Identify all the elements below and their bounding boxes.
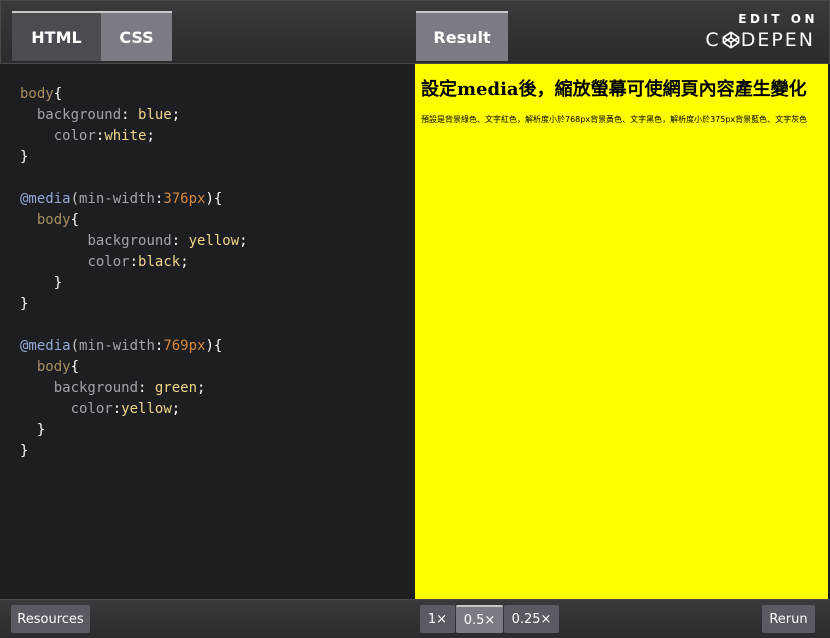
code-line: } bbox=[20, 420, 415, 441]
code-token: ; bbox=[180, 254, 189, 270]
code-token: ; bbox=[146, 128, 155, 144]
code-token: } bbox=[20, 443, 29, 459]
code-token: yellow bbox=[121, 401, 172, 417]
code-token: background bbox=[36, 107, 122, 123]
code-token: ; bbox=[197, 380, 206, 396]
zoom-025x-button[interactable]: 0.25× bbox=[504, 605, 559, 633]
code-token: min-width bbox=[79, 191, 155, 207]
code-line: background: yellow; bbox=[20, 231, 415, 252]
code-token: { bbox=[70, 359, 80, 375]
code-token: ( bbox=[70, 338, 80, 354]
code-token: { bbox=[70, 212, 80, 228]
result-paragraph: 預設是背景綠色、文字紅色，解析度小於768px背景黃色、文字黑色，解析度小於37… bbox=[421, 115, 808, 124]
code-token: black bbox=[138, 254, 181, 270]
code-token: } bbox=[20, 149, 29, 165]
code-line: background: blue; bbox=[20, 105, 415, 126]
code-token: ; bbox=[171, 401, 181, 417]
code-token: : bbox=[112, 401, 122, 417]
tab-result[interactable]: Result bbox=[416, 11, 508, 61]
code-token: { bbox=[53, 86, 63, 102]
codepen-cube-icon bbox=[722, 31, 740, 49]
code-line: } bbox=[20, 294, 415, 315]
code-token: body bbox=[36, 359, 71, 375]
code-line: color:white; bbox=[20, 126, 415, 147]
code-token: } bbox=[20, 275, 63, 291]
code-line: color:yellow; bbox=[20, 399, 415, 420]
resources-button[interactable]: Resources bbox=[11, 605, 90, 633]
code-token: blue bbox=[138, 107, 172, 123]
code-token: color bbox=[53, 128, 96, 144]
tab-html[interactable]: HTML bbox=[12, 11, 101, 61]
code-token: : bbox=[129, 254, 139, 270]
code-token: } bbox=[20, 296, 29, 312]
code-token: ){ bbox=[205, 338, 223, 354]
code-token: 769px bbox=[163, 338, 206, 354]
zoom-1x-button[interactable]: 1× bbox=[420, 605, 455, 633]
code-line: } bbox=[20, 147, 415, 168]
code-token: } bbox=[20, 422, 46, 438]
code-token: background bbox=[53, 380, 139, 396]
code-token: body bbox=[36, 212, 71, 228]
code-line: color:black; bbox=[20, 252, 415, 273]
code-token: ){ bbox=[205, 191, 223, 207]
code-token: white bbox=[104, 128, 147, 144]
code-line: @media(min-width:376px){ bbox=[20, 189, 415, 210]
code-line: background: green; bbox=[20, 378, 415, 399]
code-token: : bbox=[138, 380, 155, 396]
codepen-logo: C DEPEN bbox=[695, 29, 815, 51]
code-line: } bbox=[20, 441, 415, 462]
code-token: 376px bbox=[163, 191, 206, 207]
code-line: } bbox=[20, 273, 415, 294]
code-token: yellow bbox=[188, 233, 240, 249]
code-token: @media bbox=[20, 338, 71, 354]
code-token: : bbox=[171, 233, 189, 249]
editor-header: HTML CSS Result EDIT ON C DEPEN bbox=[0, 0, 830, 64]
tab-css[interactable]: CSS bbox=[101, 11, 172, 61]
code-token: color bbox=[87, 254, 130, 270]
code-line: body{ bbox=[20, 357, 415, 378]
code-token: ( bbox=[70, 191, 80, 207]
code-token: body bbox=[20, 86, 54, 102]
code-line: body{ bbox=[20, 210, 415, 231]
zoom-05x-button[interactable]: 0.5× bbox=[456, 605, 503, 633]
code-token: min-width bbox=[79, 338, 155, 354]
code-line: body{ bbox=[20, 84, 415, 105]
code-token: ; bbox=[171, 107, 181, 123]
code-token: color bbox=[70, 401, 113, 417]
edit-on-label: EDIT ON bbox=[738, 12, 818, 26]
result-preview: 設定media後，縮放螢幕可使網頁內容產生變化 預設是背景綠色、文字紅色，解析度… bbox=[415, 64, 828, 599]
code-token: background bbox=[87, 233, 172, 249]
result-heading: 設定media後，縮放螢幕可使網頁內容產生變化 bbox=[421, 79, 807, 100]
editor-footer: Resources 1× 0.5× 0.25× Rerun bbox=[0, 599, 830, 638]
code-line: @media(min-width:769px){ bbox=[20, 336, 415, 357]
brand-suffix: DEPEN bbox=[740, 29, 815, 51]
css-code-editor[interactable]: body{ background: blue; color:white;} @me… bbox=[0, 64, 415, 599]
code-token: : bbox=[121, 107, 139, 123]
code-token: @media bbox=[20, 191, 71, 207]
rerun-button[interactable]: Rerun bbox=[762, 605, 815, 633]
edit-on-codepen-link[interactable]: EDIT ON C DEPEN bbox=[695, 12, 815, 51]
brand-prefix: C bbox=[705, 29, 721, 51]
code-token: green bbox=[154, 380, 198, 396]
code-token: ; bbox=[239, 233, 248, 249]
